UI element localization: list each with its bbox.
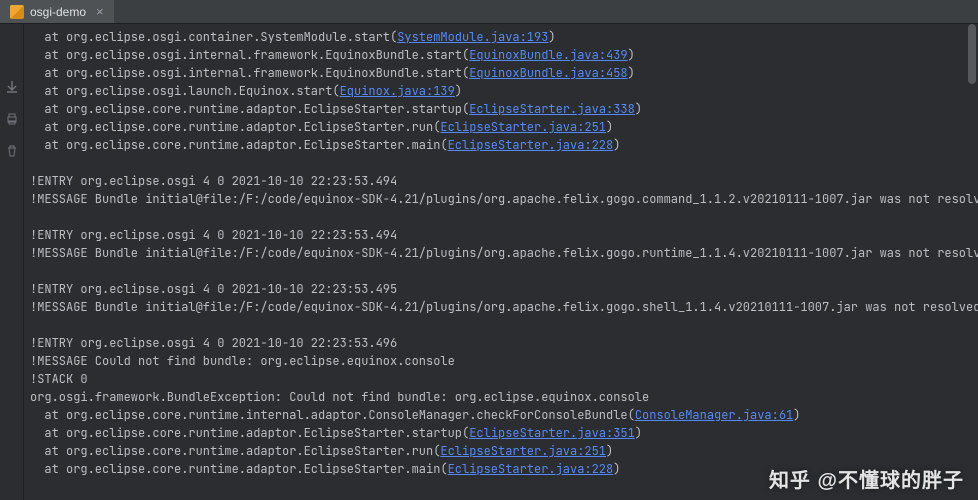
stack-trace-line: at org.eclipse.core.runtime.adaptor.Ecli… [30,118,972,136]
source-link[interactable]: ConsoleManager.java:61 [635,407,793,423]
stack-trace-line: at org.eclipse.core.runtime.adaptor.Ecli… [30,424,972,442]
console-toolbar [0,24,24,500]
log-message: !MESSAGE Bundle initial@file:/F:/code/eq… [30,244,972,262]
source-link[interactable]: Equinox.java:139 [340,83,455,99]
source-link[interactable]: EclipseStarter.java:251 [440,119,606,135]
vertical-scrollbar[interactable] [968,24,976,84]
log-entry: !ENTRY org.eclipse.osgi 4 0 2021-10-10 2… [30,334,972,352]
source-link[interactable]: EclipseStarter.java:228 [448,137,614,153]
log-entry: !ENTRY org.eclipse.osgi 4 0 2021-10-10 2… [30,172,972,190]
source-link[interactable]: EclipseStarter.java:351 [469,425,635,441]
tab-osgi-demo[interactable]: osgi-demo × [0,0,114,23]
stack-trace-line: at org.eclipse.core.runtime.adaptor.Ecli… [30,460,972,478]
log-message: !MESSAGE Bundle initial@file:/F:/code/eq… [30,298,972,316]
stack-header: !STACK 0 [30,370,972,388]
source-link[interactable]: EclipseStarter.java:251 [440,443,606,459]
print-icon[interactable] [5,112,19,126]
stack-trace-line: at org.eclipse.osgi.container.SystemModu… [30,28,972,46]
exception-line: org.osgi.framework.BundleException: Coul… [30,388,972,406]
close-icon[interactable]: × [96,4,104,19]
delete-icon[interactable] [5,144,19,158]
run-config-icon [10,5,24,19]
source-link[interactable]: EquinoxBundle.java:439 [469,47,627,63]
stack-trace-line: at org.eclipse.osgi.internal.framework.E… [30,46,972,64]
log-message: !MESSAGE Bundle initial@file:/F:/code/eq… [30,190,972,208]
log-message: !MESSAGE Could not find bundle: org.ecli… [30,352,972,370]
stack-trace-line: at org.eclipse.osgi.launch.Equinox.start… [30,82,972,100]
stack-trace-line: at org.eclipse.core.runtime.adaptor.Ecli… [30,136,972,154]
tab-label: osgi-demo [30,5,86,19]
source-link[interactable]: EquinoxBundle.java:458 [469,65,627,81]
stack-trace-line: at org.eclipse.core.runtime.internal.ada… [30,406,972,424]
download-icon[interactable] [5,80,19,94]
stack-trace-line: at org.eclipse.core.runtime.adaptor.Ecli… [30,442,972,460]
tab-bar: osgi-demo × [0,0,978,24]
stack-trace-line: at org.eclipse.osgi.internal.framework.E… [30,64,972,82]
source-link[interactable]: EclipseStarter.java:338 [469,101,635,117]
source-link[interactable]: SystemModule.java:193 [397,29,548,45]
source-link[interactable]: EclipseStarter.java:228 [448,461,614,477]
log-entry: !ENTRY org.eclipse.osgi 4 0 2021-10-10 2… [30,226,972,244]
console-output[interactable]: at org.eclipse.osgi.container.SystemModu… [24,24,978,500]
stack-trace-line: at org.eclipse.core.runtime.adaptor.Ecli… [30,100,972,118]
log-entry: !ENTRY org.eclipse.osgi 4 0 2021-10-10 2… [30,280,972,298]
